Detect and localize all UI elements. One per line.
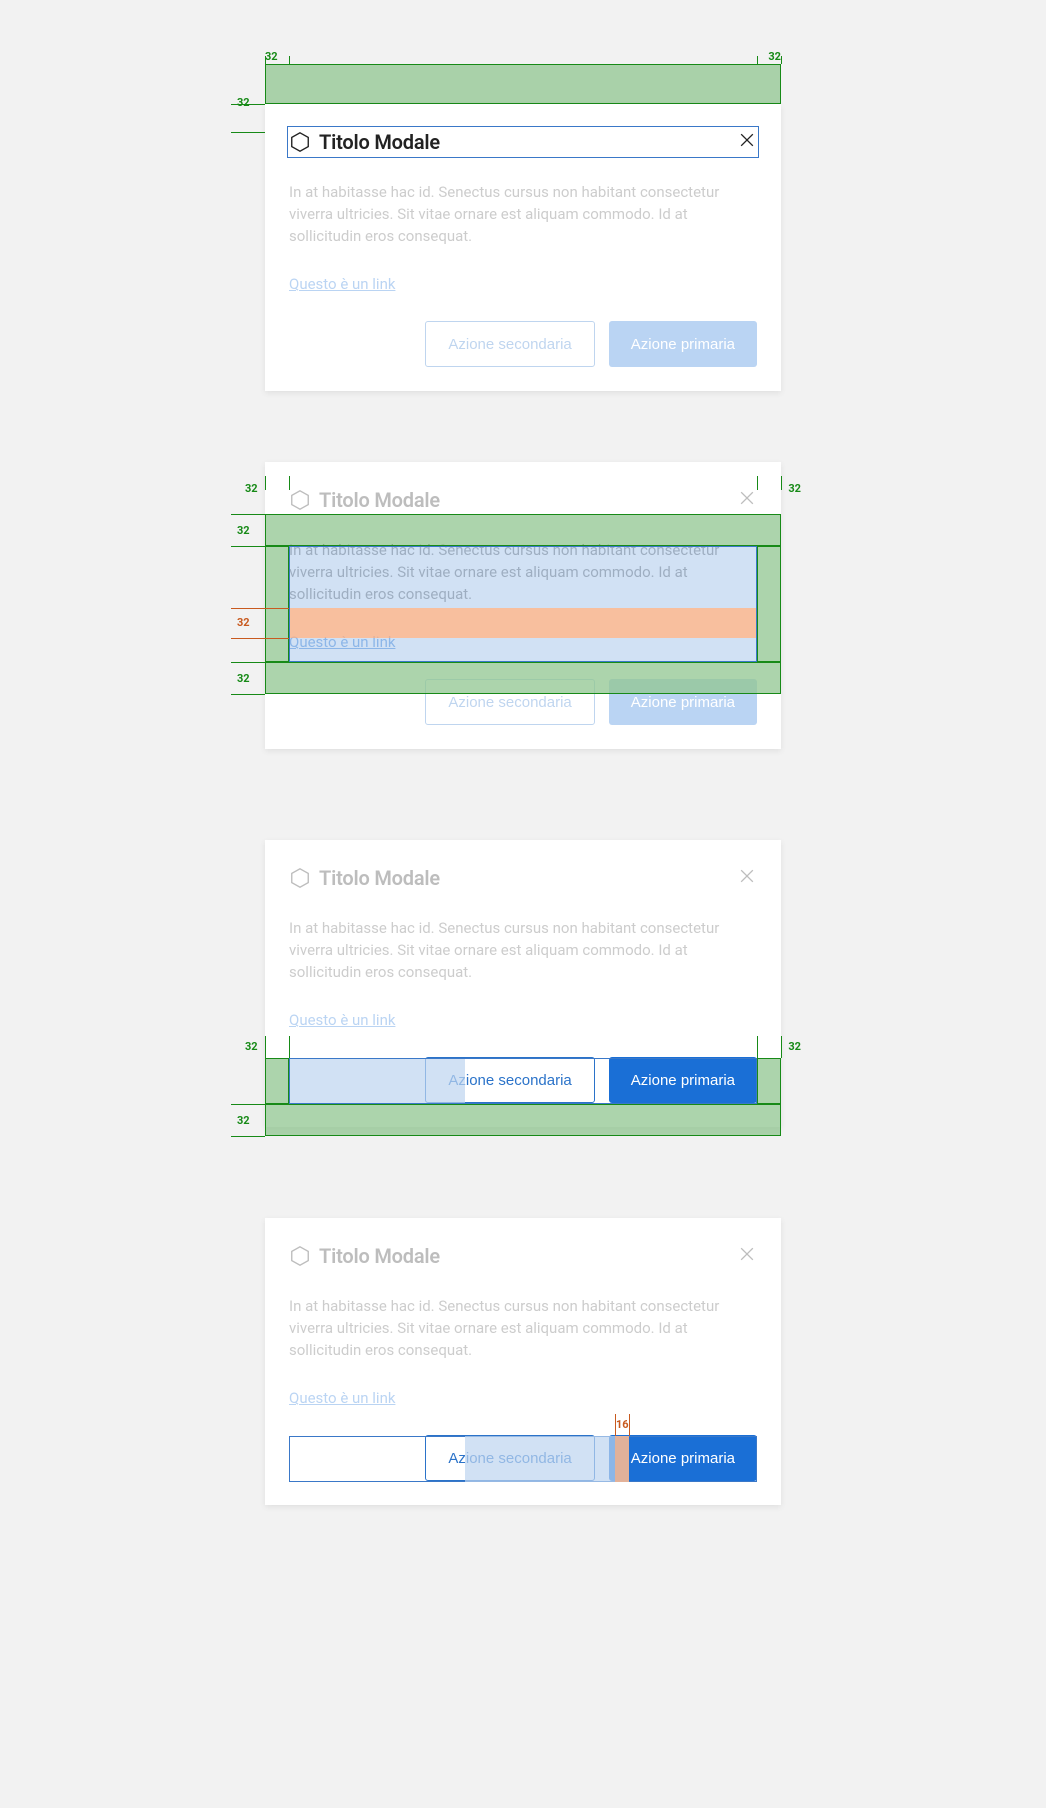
close-icon[interactable] (737, 130, 757, 150)
hexagon-icon (289, 489, 311, 511)
modal-title: Titolo Modale (319, 130, 440, 154)
measure-label: 32 (245, 482, 258, 495)
measure-label: 32 (245, 1040, 258, 1053)
modal-header: Titolo Modale (289, 864, 757, 892)
measure-label: 32 (768, 50, 781, 63)
spec-frame-header: 32 32 32 Titolo Modale In at habitasse h… (183, 64, 863, 414)
modal: Titolo Modale In at habitasse hac id. Se… (265, 104, 781, 391)
modal-body-text: In at habitasse hac id. Senectus cursus … (289, 182, 757, 247)
modal-title: Titolo Modale (319, 1244, 440, 1268)
modal-body-text: In at habitasse hac id. Senectus cursus … (289, 918, 757, 983)
close-icon[interactable] (737, 488, 757, 508)
modal-body-text: In at habitasse hac id. Senectus cursus … (289, 1296, 757, 1361)
spec-frame-body: Titolo Modale In at habitasse hac id. Se… (183, 462, 863, 792)
modal-footer: Azione secondaria Azione primaria (289, 321, 757, 367)
measure-label: 32 (788, 1040, 801, 1053)
secondary-button[interactable]: Azione secondaria (425, 1435, 594, 1481)
modal-title: Titolo Modale (319, 488, 440, 512)
modal: Titolo Modale In at habitasse hac id. Se… (265, 1218, 781, 1505)
measure-label: 32 (237, 672, 250, 685)
close-icon[interactable] (737, 866, 757, 886)
measure-label: 32 (237, 1114, 250, 1127)
modal-header: Titolo Modale (289, 1242, 757, 1270)
modal-header: Titolo Modale (289, 486, 757, 514)
spec-frame-footer-gap: Titolo Modale In at habitasse hac id. Se… (183, 1218, 863, 1528)
hexagon-icon (289, 1245, 311, 1267)
secondary-button[interactable]: Azione secondaria (425, 321, 594, 367)
measure-label: 16 (616, 1418, 629, 1431)
modal-footer: Azione secondaria Azione primaria (289, 679, 757, 725)
hexagon-icon (289, 867, 311, 889)
spec-frame-footer-padding: Titolo Modale In at habitasse hac id. Se… (183, 840, 863, 1170)
primary-button[interactable]: Azione primaria (609, 321, 757, 367)
measure-label: 32 (237, 616, 250, 629)
hexagon-icon (289, 131, 311, 153)
modal-footer: Azione secondaria Azione primaria (289, 1435, 757, 1481)
primary-button[interactable]: Azione primaria (609, 1057, 757, 1103)
measure-label: 32 (265, 50, 278, 63)
modal-link[interactable]: Questo è un link (289, 275, 395, 293)
primary-button[interactable]: Azione primaria (609, 1435, 757, 1481)
close-icon[interactable] (737, 1244, 757, 1264)
measure-label: 32 (788, 482, 801, 495)
measure-label: 32 (237, 524, 250, 537)
modal-body-text: In at habitasse hac id. Senectus cursus … (289, 540, 757, 605)
modal-link[interactable]: Questo è un link (289, 1011, 395, 1029)
secondary-button[interactable]: Azione secondaria (425, 679, 594, 725)
modal-footer: Azione secondaria Azione primaria (289, 1057, 757, 1103)
modal-link[interactable]: Questo è un link (289, 633, 395, 651)
secondary-button[interactable]: Azione secondaria (425, 1057, 594, 1103)
modal-link[interactable]: Questo è un link (289, 1389, 395, 1407)
modal-header: Titolo Modale (289, 128, 757, 156)
measure-label: 32 (237, 96, 250, 109)
modal-title: Titolo Modale (319, 866, 440, 890)
modal: Titolo Modale In at habitasse hac id. Se… (265, 462, 781, 749)
primary-button[interactable]: Azione primaria (609, 679, 757, 725)
modal: Titolo Modale In at habitasse hac id. Se… (265, 840, 781, 1127)
